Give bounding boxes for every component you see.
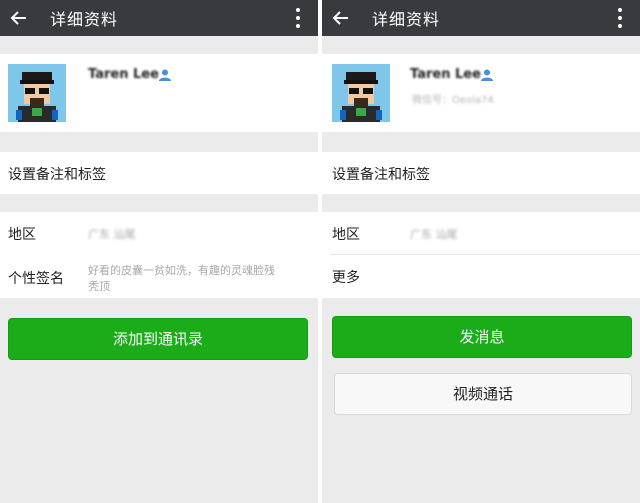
more-button[interactable] <box>286 4 310 32</box>
person-icon <box>481 69 493 81</box>
remark-row[interactable]: 设置备注和标签 <box>322 152 640 194</box>
right-screen: 详细资料 Taren Lee 微信号：Oeola74 设置备注和标签 地区 广东… <box>322 0 640 503</box>
region-label: 地区 <box>8 227 36 243</box>
region-row: 地区 广东 汕尾 <box>322 212 640 254</box>
back-arrow-icon <box>332 11 348 25</box>
person-icon <box>159 69 171 81</box>
top-bar: 详细资料 <box>322 0 640 36</box>
more-label: 更多 <box>332 270 360 286</box>
signature-label: 个性签名 <box>8 271 64 287</box>
signature-line-1: 好看的皮囊一贫如洗，有趣的灵魂脸残 <box>88 264 275 277</box>
info-card: 地区 广东 汕尾 个性签名 好看的皮囊一贫如洗，有趣的灵魂脸残 秃顶 <box>0 212 318 298</box>
video-call-button[interactable]: 视频通话 <box>334 373 632 415</box>
remark-label: 设置备注和标签 <box>332 167 430 183</box>
signature-line-2: 秃顶 <box>88 280 110 293</box>
avatar[interactable] <box>332 64 390 122</box>
top-bar: 详细资料 <box>0 0 318 36</box>
avatar[interactable] <box>8 64 66 122</box>
region-value: 广东 汕尾 <box>410 228 458 241</box>
signature-row: 个性签名 好看的皮囊一贫如洗，有趣的灵魂脸残 秃顶 <box>0 254 318 298</box>
back-button[interactable] <box>4 0 34 36</box>
info-card: 地区 广东 汕尾 更多 <box>322 212 640 298</box>
more-button[interactable] <box>608 4 632 32</box>
more-row[interactable]: 更多 <box>322 255 640 298</box>
profile-card: Taren Lee <box>0 54 318 132</box>
remark-label: 设置备注和标签 <box>8 167 106 183</box>
left-screen: 详细资料 Taren Lee 设置备注和标签 地区 广东 汕尾 个性签名 好看的… <box>0 0 318 503</box>
profile-name: Taren Lee <box>88 67 159 82</box>
remark-row[interactable]: 设置备注和标签 <box>0 152 318 194</box>
wechat-id: 微信号：Oeola74 <box>412 95 494 106</box>
region-row: 地区 广东 汕尾 <box>0 212 318 254</box>
region-label: 地区 <box>332 227 360 243</box>
back-arrow-icon <box>10 11 26 25</box>
send-message-button[interactable]: 发消息 <box>332 316 632 358</box>
add-to-contacts-button[interactable]: 添加到通讯录 <box>8 318 308 360</box>
profile-name: Taren Lee <box>410 67 481 82</box>
page-title: 详细资料 <box>50 10 119 29</box>
region-value: 广东 汕尾 <box>88 228 136 241</box>
profile-card: Taren Lee 微信号：Oeola74 <box>322 54 640 132</box>
page-title: 详细资料 <box>372 10 441 29</box>
back-button[interactable] <box>326 0 356 36</box>
